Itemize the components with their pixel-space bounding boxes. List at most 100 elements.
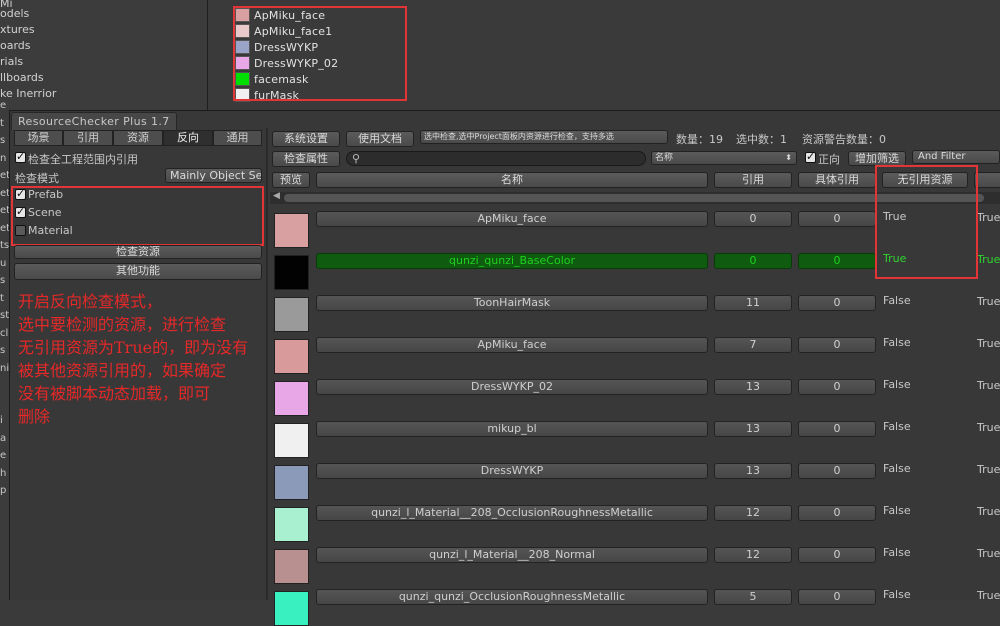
asset-name-button[interactable]: ApMiku_face xyxy=(316,211,708,227)
hierarchy-item[interactable]: h xyxy=(0,468,6,479)
tab-resource[interactable]: 资源 xyxy=(113,130,163,146)
asset-name-button[interactable]: mikup_bl xyxy=(316,421,708,437)
hierarchy-item[interactable]: e xyxy=(0,100,6,111)
asset-item[interactable]: ApMiku_face xyxy=(235,7,325,23)
hierarchy-item[interactable]: i xyxy=(0,415,3,426)
material-checkbox[interactable] xyxy=(15,225,26,236)
check-selected-hint[interactable]: 选中检查,选中Project面板内资源进行检查，支持多选 xyxy=(420,130,668,144)
asset-item[interactable]: DressWYKP_02 xyxy=(235,55,338,71)
detail-ref-button[interactable]: 0 xyxy=(798,337,876,353)
window-tab[interactable]: ResourceChecker Plus 1.7 xyxy=(11,112,177,130)
scrollbar-thumb[interactable] xyxy=(284,194,984,202)
asset-item[interactable]: furMask xyxy=(235,87,299,103)
mode-dropdown[interactable]: Mainly Object Se xyxy=(165,168,262,183)
detail-ref-button[interactable]: 0 xyxy=(798,253,876,269)
detail-ref-button[interactable]: 0 xyxy=(798,211,876,227)
folder-item[interactable]: odels xyxy=(0,6,29,22)
scope-checkbox[interactable] xyxy=(15,150,26,163)
ref-count-button[interactable]: 0 xyxy=(714,253,792,269)
preview-thumbnail[interactable] xyxy=(274,423,309,458)
system-settings-button[interactable]: 系统设置 xyxy=(272,131,340,147)
hierarchy-item[interactable]: s xyxy=(0,275,5,286)
search-input[interactable]: ⚲ xyxy=(346,151,646,166)
asset-name-button[interactable]: DressWYKP xyxy=(316,463,708,479)
asset-name-button[interactable]: qunzi_l_Material__208_OcclusionRoughness… xyxy=(316,505,708,521)
asset-name-button[interactable]: ApMiku_face xyxy=(316,337,708,353)
sort-field-dropdown[interactable]: 名称 ⬍ xyxy=(651,151,797,165)
folder-item[interactable]: xtures xyxy=(0,22,35,38)
asset-name-button[interactable]: DressWYKP_02 xyxy=(316,379,708,395)
asset-name-button[interactable]: qunzi_qunzi_BaseColor xyxy=(316,253,708,269)
ref-count-button[interactable]: 13 xyxy=(714,421,792,437)
scene-checkbox[interactable] xyxy=(15,205,26,218)
and-filter-dropdown[interactable]: And Filter xyxy=(912,150,1000,164)
header-extra[interactable] xyxy=(974,172,1000,188)
detail-ref-button[interactable]: 0 xyxy=(798,295,876,311)
folder-item[interactable]: llboards xyxy=(0,70,44,86)
preview-thumbnail[interactable] xyxy=(274,465,309,500)
hierarchy-item[interactable]: s xyxy=(0,135,5,146)
detail-ref-button[interactable]: 0 xyxy=(798,421,876,437)
add-filter-button[interactable]: 增加筛选 xyxy=(848,151,906,166)
ascending-checkbox[interactable] xyxy=(805,150,816,163)
folder-item[interactable]: oards xyxy=(0,38,31,54)
unreferenced-value: False xyxy=(883,420,911,433)
preview-thumbnail[interactable] xyxy=(274,213,309,248)
check-attributes-button[interactable]: 检查属性 xyxy=(272,151,340,167)
hierarchy-item[interactable]: ni xyxy=(0,363,9,374)
ref-count-button[interactable]: 0 xyxy=(714,211,792,227)
asset-item[interactable]: DressWYKP xyxy=(235,39,318,55)
tab-scene[interactable]: 场景 xyxy=(14,130,63,146)
hierarchy-item[interactable]: st xyxy=(0,310,9,321)
header-preview[interactable]: 预览 xyxy=(272,172,310,188)
hierarchy-item[interactable]: e xyxy=(0,450,6,461)
asset-name-button[interactable]: qunzi_l_Material__208_Normal xyxy=(316,547,708,563)
ref-count-button[interactable]: 12 xyxy=(714,547,792,563)
ref-count-button[interactable]: 13 xyxy=(714,379,792,395)
asset-name-button[interactable]: ToonHairMask xyxy=(316,295,708,311)
tab-reference[interactable]: 引用 xyxy=(63,130,113,146)
horizontal-scrollbar[interactable]: ◀ xyxy=(270,191,1000,204)
hierarchy-item[interactable]: a xyxy=(0,433,6,444)
other-functions-button[interactable]: 其他功能 xyxy=(14,263,262,280)
asset-item[interactable]: ApMiku_face1 xyxy=(235,23,332,39)
detail-ref-button[interactable]: 0 xyxy=(798,547,876,563)
docs-button[interactable]: 使用文档 xyxy=(346,131,414,147)
hierarchy-item[interactable]: t xyxy=(0,118,4,129)
ref-count-button[interactable]: 13 xyxy=(714,463,792,479)
ref-count-button[interactable]: 7 xyxy=(714,337,792,353)
asset-item[interactable]: facemask xyxy=(235,71,309,87)
hierarchy-item[interactable]: ts xyxy=(0,240,9,251)
detail-ref-button[interactable]: 0 xyxy=(798,379,876,395)
detail-ref-button[interactable]: 0 xyxy=(798,505,876,521)
detail-ref-button[interactable]: 0 xyxy=(798,589,876,605)
ref-count-button[interactable]: 12 xyxy=(714,505,792,521)
prefab-checkbox[interactable] xyxy=(15,187,26,200)
preview-thumbnail[interactable] xyxy=(274,549,309,584)
hierarchy-item[interactable]: t xyxy=(0,293,4,304)
ref-count-button[interactable]: 11 xyxy=(714,295,792,311)
header-name[interactable]: 名称 xyxy=(316,172,708,188)
hierarchy-item[interactable]: u xyxy=(0,258,6,269)
check-resources-button[interactable]: 检查资源 xyxy=(14,245,262,259)
header-detail-ref[interactable]: 具体引用 xyxy=(798,172,876,188)
asset-name-button[interactable]: qunzi_qunzi_OcclusionRoughnessMetallic xyxy=(316,589,708,605)
preview-thumbnail[interactable] xyxy=(274,339,309,374)
detail-ref-button[interactable]: 0 xyxy=(798,463,876,479)
folder-item[interactable]: rials xyxy=(0,54,23,70)
preview-thumbnail[interactable] xyxy=(274,381,309,416)
tab-general[interactable]: 通用 xyxy=(213,130,262,146)
asset-thumbnail xyxy=(235,40,250,54)
preview-thumbnail[interactable] xyxy=(274,255,309,290)
header-ref[interactable]: 引用 xyxy=(714,172,792,188)
hierarchy-item[interactable]: s xyxy=(0,345,5,356)
preview-thumbnail[interactable] xyxy=(274,591,309,626)
tab-reverse[interactable]: 反向 xyxy=(163,130,213,146)
hierarchy-item[interactable]: p xyxy=(0,485,6,496)
ref-count-button[interactable]: 5 xyxy=(714,589,792,605)
preview-thumbnail[interactable] xyxy=(274,297,309,332)
hierarchy-item[interactable]: n xyxy=(0,153,6,164)
header-unreferenced[interactable]: 无引用资源 xyxy=(882,172,968,188)
preview-thumbnail[interactable] xyxy=(274,507,309,542)
hierarchy-item[interactable]: cl xyxy=(0,328,8,339)
